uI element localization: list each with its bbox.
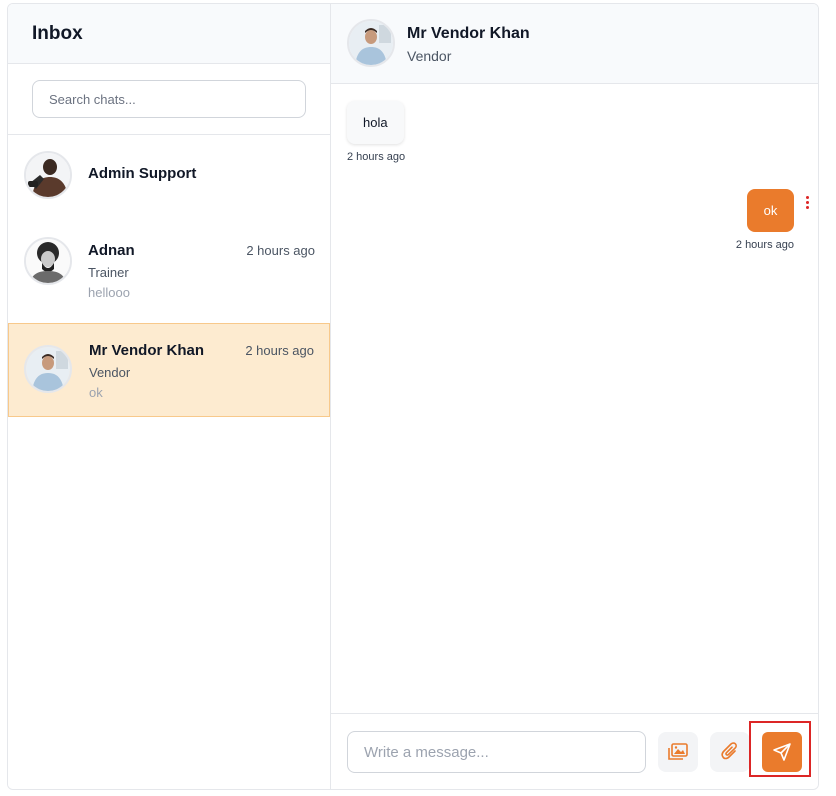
search-wrap: [8, 64, 330, 135]
avatar: [24, 345, 72, 393]
sidebar-header: Inbox: [8, 4, 330, 64]
chat-name: Mr Vendor Khan: [89, 342, 205, 359]
chat-header: Mr Vendor Khan Vendor: [331, 4, 818, 84]
message-bubble-incoming: hola: [347, 101, 404, 144]
image-upload-button[interactable]: [658, 732, 698, 772]
chat-last-message: hellooo: [88, 285, 130, 300]
contact-role: Vendor: [407, 48, 452, 64]
chat-role: Trainer: [88, 265, 129, 280]
contact-name: Mr Vendor Khan: [407, 25, 530, 42]
message-time: 2 hours ago: [735, 239, 794, 251]
paperclip-icon: [721, 742, 737, 760]
more-options-icon[interactable]: [804, 196, 810, 212]
chat-name: Admin Support: [88, 165, 197, 182]
inbox-title: Inbox: [32, 22, 83, 44]
chat-time: 2 hours ago: [246, 243, 315, 258]
chat-list-item-active[interactable]: Mr Vendor Khan 2 hours ago Vendor ok: [8, 323, 330, 417]
chat-role: Vendor: [89, 365, 131, 380]
send-icon: [773, 743, 791, 761]
message-composer: [331, 713, 818, 789]
chat-sidebar: Inbox Admin Support: [8, 4, 331, 789]
avatar: [347, 19, 395, 67]
send-button[interactable]: [762, 732, 802, 772]
chat-app: Inbox Admin Support: [7, 3, 819, 790]
image-icon: [668, 743, 688, 760]
message-input[interactable]: [347, 731, 646, 773]
attach-file-button[interactable]: [710, 732, 750, 772]
search-input[interactable]: [32, 80, 306, 118]
avatar: [24, 151, 72, 199]
avatar: [24, 237, 72, 285]
chat-panel: Mr Vendor Khan Vendor hola 2 hours ago o…: [331, 4, 818, 789]
chat-name: Adnan: [88, 242, 135, 259]
message-bubble-outgoing: ok: [747, 189, 794, 232]
chat-time: 2 hours ago: [245, 343, 314, 358]
message-time: 2 hours ago: [347, 151, 406, 163]
chat-list-item[interactable]: Adnan 2 hours ago Trainer hellooo: [8, 225, 330, 323]
chat-list-item[interactable]: Admin Support: [8, 135, 330, 225]
chat-last-message: ok: [89, 385, 103, 400]
